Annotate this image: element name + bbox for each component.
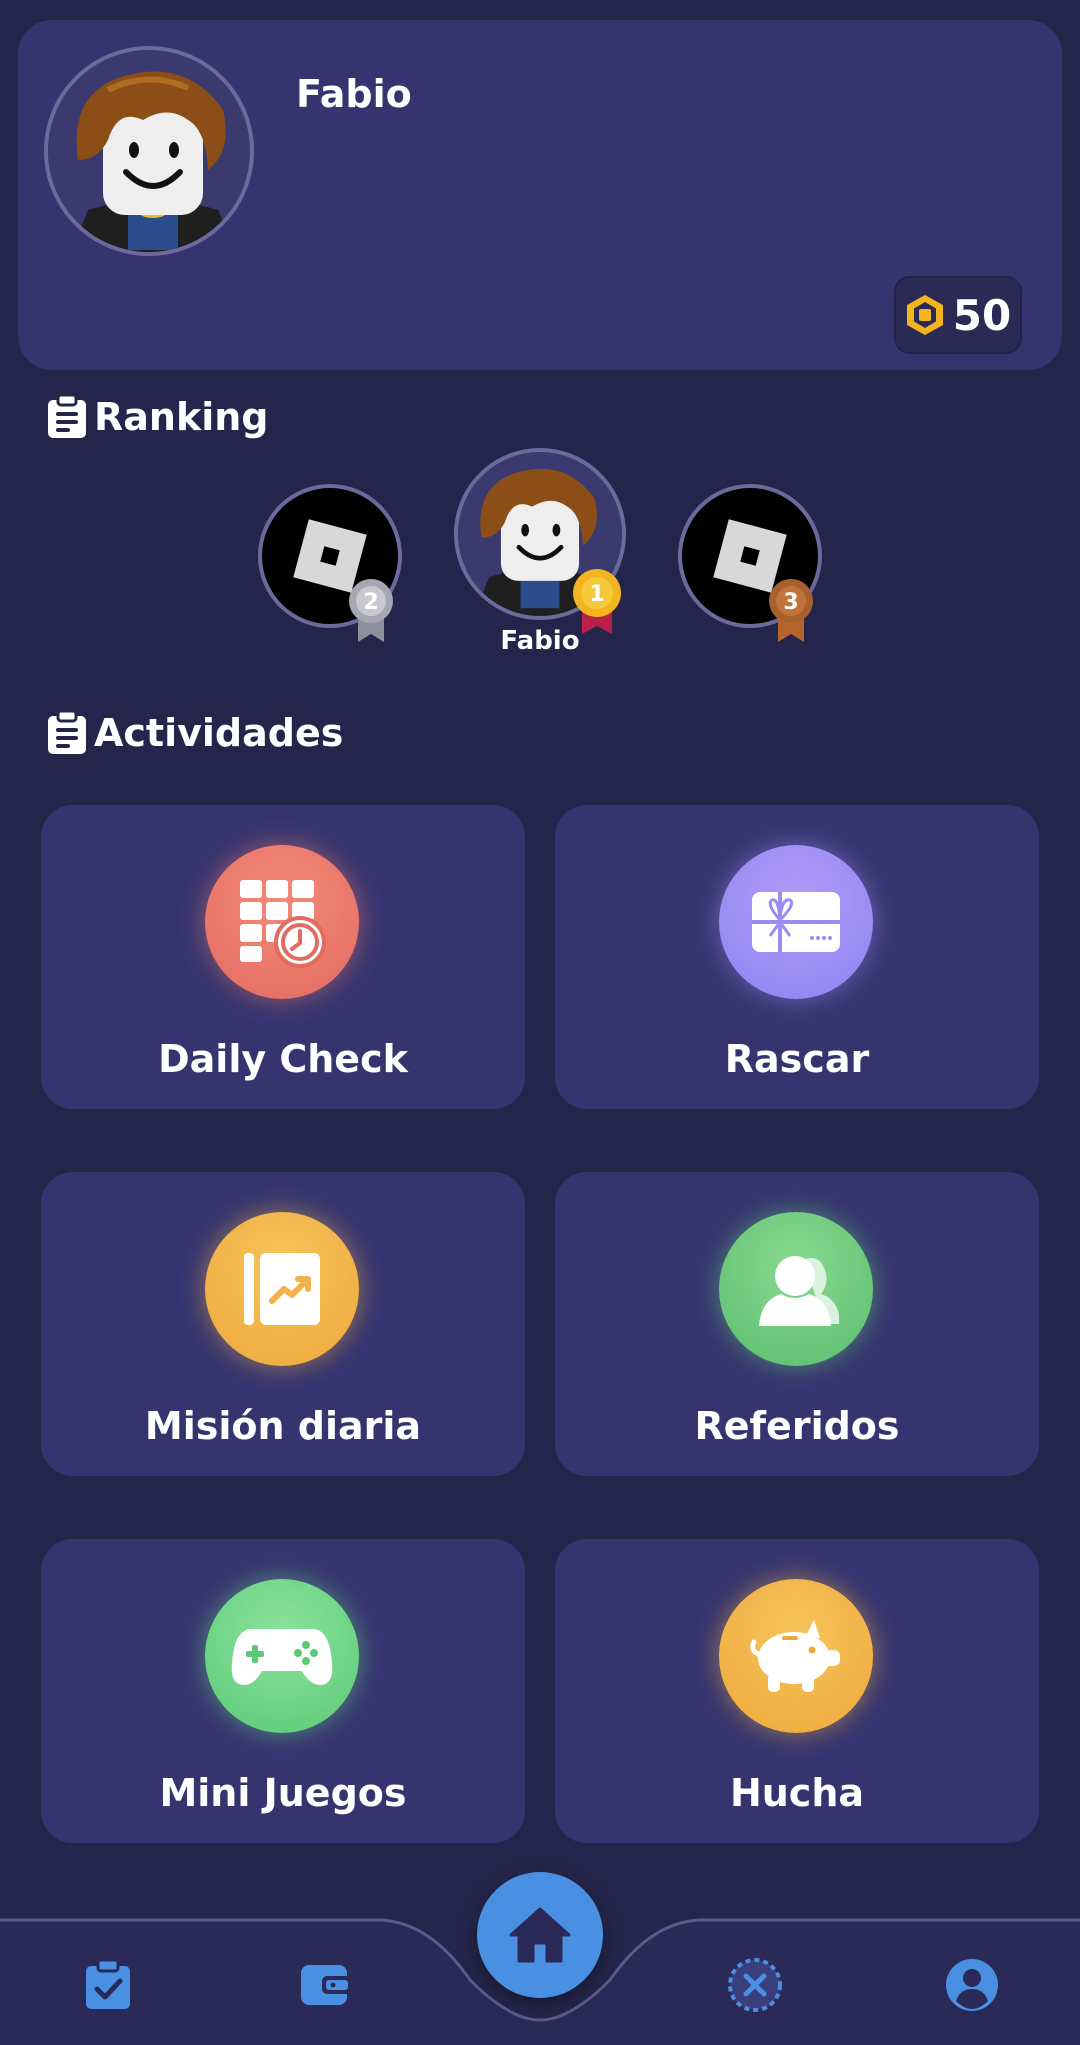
gift-card-icon: [719, 845, 873, 999]
activities-title: Actividades: [94, 711, 344, 755]
activities-header: Actividades: [46, 710, 343, 756]
gamepad-icon: [205, 1579, 359, 1733]
tasks-icon: [86, 1959, 130, 2009]
cancel-icon: [728, 1958, 782, 2012]
mission-chart-icon: [205, 1212, 359, 1366]
profile-avatar[interactable]: [44, 46, 254, 256]
home-icon: [509, 1907, 571, 1963]
activity-label: Hucha: [729, 1771, 865, 1815]
bronze-medal-icon: 3: [769, 579, 813, 642]
nav-profile[interactable]: [942, 1955, 1002, 2015]
nav-cancel[interactable]: [725, 1955, 785, 2015]
coin-amount: 50: [952, 290, 1012, 340]
avatar-image: [48, 50, 250, 252]
activity-mini-juegos[interactable]: Mini Juegos: [41, 1539, 525, 1843]
piggy-bank-icon: [719, 1579, 873, 1733]
nav-tasks[interactable]: [78, 1955, 138, 2015]
activity-mision-diaria[interactable]: Misión diaria: [41, 1172, 525, 1476]
activity-daily-check[interactable]: Daily Check: [41, 805, 525, 1109]
activity-label: Daily Check: [158, 1037, 408, 1081]
rank-second[interactable]: 2: [258, 484, 402, 642]
rank-first[interactable]: 1 Fabio: [454, 448, 626, 656]
activity-referidos[interactable]: Referidos: [555, 1172, 1039, 1476]
activity-rascar[interactable]: Rascar: [555, 805, 1039, 1109]
activity-label: Mini Juegos: [159, 1771, 407, 1815]
activity-label: Rascar: [724, 1037, 870, 1081]
clipboard-icon: [48, 710, 86, 754]
activity-label: Referidos: [694, 1404, 900, 1448]
medal-number: 2: [363, 590, 378, 615]
profile-name: Fabio: [296, 72, 412, 116]
coin-balance: 50: [894, 276, 1022, 354]
rank-name: Fabio: [500, 626, 580, 656]
medal-number: 3: [783, 590, 798, 615]
coin-icon: [906, 295, 943, 335]
ranking-title: Ranking: [94, 395, 269, 439]
calendar-clock-icon: [205, 845, 359, 999]
activity-hucha[interactable]: Hucha: [555, 1539, 1039, 1843]
wallet-icon: [301, 1965, 352, 2005]
medal-number: 1: [589, 582, 604, 607]
profile-icon: [946, 1959, 998, 2011]
silver-medal-icon: 2: [349, 579, 393, 642]
rank-third[interactable]: 3: [678, 484, 822, 642]
referrals-icon: [719, 1212, 873, 1366]
clipboard-icon: [48, 394, 86, 438]
nav-home[interactable]: [477, 1872, 603, 1998]
nav-wallet[interactable]: [295, 1955, 355, 2015]
profile-card: Fabio 50: [18, 20, 1062, 370]
ranking-header: Ranking: [46, 394, 269, 440]
activity-label: Misión diaria: [144, 1404, 422, 1448]
